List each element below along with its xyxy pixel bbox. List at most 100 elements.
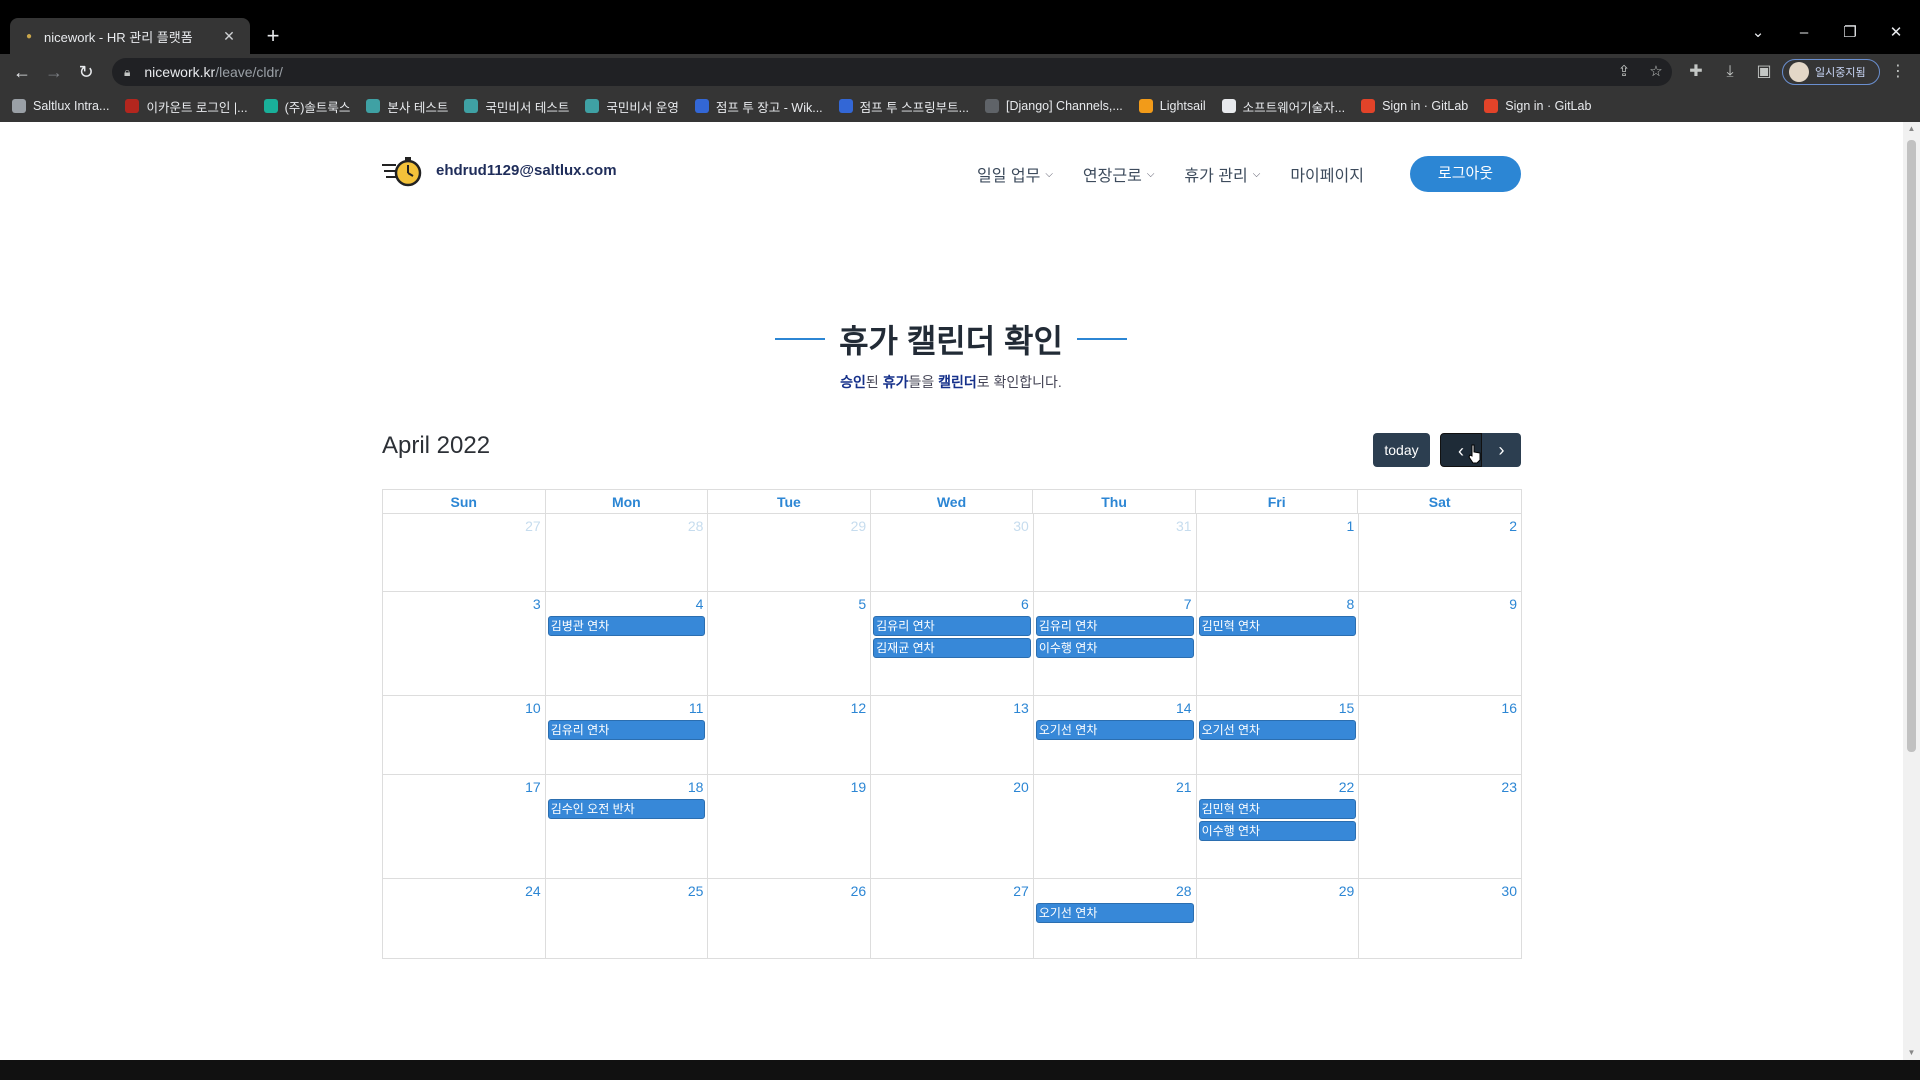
calendar-day-cell[interactable]: 6 김유리 연차 김재균 연차: [871, 592, 1034, 695]
calendar-day-cell[interactable]: 15 오기선 연차: [1197, 696, 1360, 774]
calendar-day-cell[interactable]: 13: [871, 696, 1034, 774]
leave-event[interactable]: 김유리 연차: [547, 720, 706, 740]
day-number[interactable]: 29: [851, 518, 867, 534]
day-number[interactable]: 28: [1176, 883, 1192, 899]
calendar-day-cell[interactable]: 12: [708, 696, 872, 774]
day-number[interactable]: 26: [851, 883, 867, 899]
back-icon[interactable]: ←: [8, 58, 36, 86]
calendar-day-cell[interactable]: 8 김민혁 연차: [1197, 592, 1360, 695]
day-number[interactable]: 7: [1184, 596, 1192, 612]
day-number[interactable]: 12: [851, 700, 867, 716]
day-number[interactable]: 14: [1176, 700, 1192, 716]
nav-overtime[interactable]: 연장근로 ⌵: [1083, 162, 1154, 186]
minimize-icon[interactable]: –: [1782, 18, 1826, 48]
day-number[interactable]: 24: [525, 883, 541, 899]
day-number[interactable]: 21: [1176, 779, 1192, 795]
day-number[interactable]: 25: [688, 883, 704, 899]
bookmark-item[interactable]: 점프 투 장고 - Wik...: [694, 97, 823, 116]
share-icon[interactable]: ⇪: [1612, 60, 1636, 84]
day-number[interactable]: 20: [1013, 779, 1029, 795]
leave-event[interactable]: 오기선 연차: [1035, 720, 1194, 740]
calendar-day-cell[interactable]: 24: [383, 879, 546, 958]
nicework-logo-icon[interactable]: [382, 156, 424, 190]
calendar-day-cell[interactable]: 31: [1034, 514, 1197, 591]
leave-event[interactable]: 이수행 연차: [1198, 821, 1357, 841]
calendar-day-cell[interactable]: 3: [383, 592, 546, 695]
calendar-day-cell[interactable]: 28: [546, 514, 709, 591]
calendar-day-cell[interactable]: 16: [1359, 696, 1522, 774]
extensions-icon[interactable]: ✚: [1682, 58, 1710, 86]
download-icon[interactable]: ⤓: [1716, 58, 1744, 86]
calendar-day-cell[interactable]: 21: [1034, 775, 1197, 878]
day-number[interactable]: 28: [688, 518, 704, 534]
leave-event[interactable]: 오기선 연차: [1198, 720, 1357, 740]
day-number[interactable]: 6: [1021, 596, 1029, 612]
calendar-day-cell[interactable]: 28 오기선 연차: [1034, 879, 1197, 958]
day-number[interactable]: 3: [533, 596, 541, 612]
day-number[interactable]: 19: [851, 779, 867, 795]
calendar-day-cell[interactable]: 1: [1197, 514, 1360, 591]
day-number[interactable]: 18: [688, 779, 704, 795]
day-number[interactable]: 11: [689, 700, 704, 716]
day-number[interactable]: 30: [1013, 518, 1029, 534]
bookmark-item[interactable]: 이카운트 로그인 |...: [125, 97, 248, 116]
calendar-day-cell[interactable]: 27: [871, 879, 1034, 958]
forward-icon[interactable]: →: [40, 58, 68, 86]
bookmark-item[interactable]: [Django] Channels,...: [985, 99, 1123, 113]
calendar-day-cell[interactable]: 7 김유리 연차 이수행 연차: [1034, 592, 1197, 695]
bookmark-item[interactable]: (주)솔트룩스: [263, 97, 350, 116]
calendar-day-cell[interactable]: 30: [1359, 879, 1522, 958]
day-number[interactable]: 4: [696, 596, 704, 612]
bookmark-item[interactable]: 소프트웨어기술자...: [1221, 97, 1345, 116]
reload-icon[interactable]: ↻: [72, 58, 100, 86]
scroll-up-icon[interactable]: ▲: [1903, 122, 1920, 136]
day-number[interactable]: 27: [1013, 883, 1029, 899]
side-panel-icon[interactable]: ▣: [1750, 58, 1778, 86]
calendar-day-cell[interactable]: 26: [708, 879, 872, 958]
calendar-day-cell[interactable]: 18 김수인 오전 반차: [546, 775, 709, 878]
leave-event[interactable]: 김민혁 연차: [1198, 616, 1357, 636]
new-tab-button[interactable]: +: [260, 24, 286, 50]
restore-icon[interactable]: ❐: [1828, 18, 1872, 48]
day-number[interactable]: 29: [1339, 883, 1355, 899]
nav-mypage[interactable]: 마이페이지: [1290, 162, 1364, 186]
leave-event[interactable]: 김유리 연차: [873, 616, 1031, 636]
calendar-day-cell[interactable]: 2: [1359, 514, 1522, 591]
day-number[interactable]: 2: [1509, 518, 1517, 534]
logout-button[interactable]: 로그아웃: [1410, 156, 1521, 192]
day-number[interactable]: 13: [1013, 700, 1029, 716]
leave-event[interactable]: 이수행 연차: [1035, 638, 1194, 658]
calendar-day-cell[interactable]: 27: [383, 514, 546, 591]
leave-event[interactable]: 김수인 오전 반차: [547, 799, 706, 819]
bookmark-item[interactable]: Lightsail: [1138, 99, 1206, 113]
day-number[interactable]: 1: [1346, 518, 1354, 534]
calendar-day-cell[interactable]: 20: [871, 775, 1034, 878]
calendar-day-cell[interactable]: 14 오기선 연차: [1034, 696, 1197, 774]
nav-daily-work[interactable]: 일일 업무 ⌵: [977, 162, 1053, 186]
leave-event[interactable]: 김민혁 연차: [1198, 799, 1357, 819]
bookmark-star-icon[interactable]: ☆: [1644, 60, 1668, 84]
close-window-icon[interactable]: ✕: [1874, 18, 1918, 48]
nav-leave-management[interactable]: 휴가 관리 ⌵: [1184, 162, 1260, 186]
calendar-day-cell[interactable]: 29: [708, 514, 872, 591]
day-number[interactable]: 16: [1501, 700, 1517, 716]
calendar-day-cell[interactable]: 29: [1197, 879, 1360, 958]
tab-search-icon[interactable]: ⌄: [1736, 18, 1780, 48]
leave-event[interactable]: 오기선 연차: [1035, 903, 1194, 923]
leave-event[interactable]: 김병관 연차: [547, 616, 706, 636]
leave-event[interactable]: 김재균 연차: [873, 638, 1031, 658]
day-number[interactable]: 17: [525, 779, 541, 795]
calendar-day-cell[interactable]: 10: [383, 696, 546, 774]
day-number[interactable]: 30: [1501, 883, 1517, 899]
scroll-down-icon[interactable]: ▼: [1903, 1046, 1920, 1060]
calendar-day-cell[interactable]: 25: [546, 879, 709, 958]
address-bar[interactable]: 🔒︎ nicework.kr /leave/cldr/: [112, 58, 1672, 86]
calendar-day-cell[interactable]: 11 김유리 연차: [546, 696, 709, 774]
leave-event[interactable]: 김유리 연차: [1035, 616, 1194, 636]
bookmark-item[interactable]: 국민비서 테스트: [464, 97, 569, 116]
day-number[interactable]: 22: [1339, 779, 1355, 795]
day-number[interactable]: 5: [858, 596, 866, 612]
bookmark-item[interactable]: Sign in · GitLab: [1361, 99, 1468, 113]
page-scrollbar[interactable]: ▲ ▼: [1903, 122, 1920, 1060]
calendar-day-cell[interactable]: 4 김병관 연차: [546, 592, 709, 695]
